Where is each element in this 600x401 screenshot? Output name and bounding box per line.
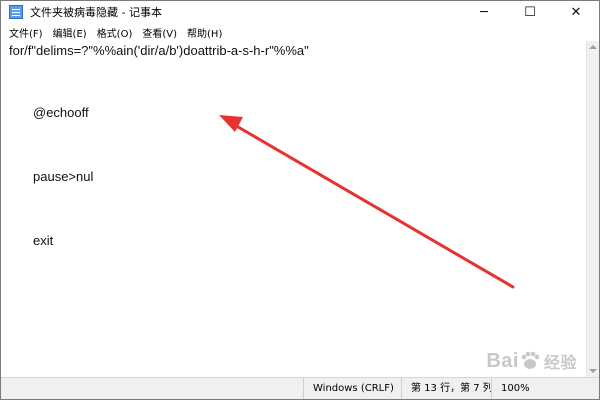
baidu-paw-icon	[521, 351, 540, 369]
editor-line: for/f"delims=?"%%ain('dir/a/b')doattrib-…	[9, 43, 309, 58]
title-bar[interactable]: 文件夹被病毒隐藏 - 记事本 ─ ☐ ✕	[1, 1, 599, 23]
editor-line: exit	[33, 233, 54, 248]
vertical-scrollbar[interactable]	[586, 41, 599, 377]
editor-line: pause>nul	[33, 169, 94, 184]
watermark-text: Bai	[486, 349, 519, 372]
scroll-up-icon[interactable]	[589, 45, 597, 49]
close-button[interactable]: ✕	[553, 1, 599, 23]
scroll-down-icon[interactable]	[589, 369, 597, 373]
notepad-icon	[9, 5, 23, 19]
menu-edit[interactable]: 编辑(E)	[48, 25, 92, 40]
status-encoding: Windows (CRLF)	[303, 378, 401, 399]
menu-format[interactable]: 格式(O)	[92, 25, 138, 40]
editor-line: @echooff	[33, 105, 89, 120]
watermark-suffix: 经验	[543, 355, 577, 372]
status-bar: Windows (CRLF) 第 13 行，第 7 列 100%	[1, 377, 599, 399]
window-controls: ─ ☐ ✕	[461, 1, 599, 23]
notepad-window: 文件夹被病毒隐藏 - 记事本 ─ ☐ ✕ 文件(F) 编辑(E) 格式(O) 查…	[0, 0, 600, 400]
window-title: 文件夹被病毒隐藏 - 记事本	[30, 6, 162, 19]
menu-bar: 文件(F) 编辑(E) 格式(O) 查看(V) 帮助(H)	[1, 23, 599, 41]
menu-view[interactable]: 查看(V)	[137, 25, 182, 40]
minimize-button[interactable]: ─	[461, 1, 507, 23]
text-editor[interactable]: for/f"delims=?"%%ain('dir/a/b')doattrib-…	[1, 41, 587, 377]
maximize-button[interactable]: ☐	[507, 1, 553, 23]
menu-file[interactable]: 文件(F)	[1, 25, 48, 40]
baidu-watermark: Bai 经验	[486, 349, 577, 373]
status-cursor-position: 第 13 行，第 7 列	[401, 378, 493, 399]
menu-help[interactable]: 帮助(H)	[182, 25, 227, 40]
status-zoom: 100%	[491, 378, 599, 399]
